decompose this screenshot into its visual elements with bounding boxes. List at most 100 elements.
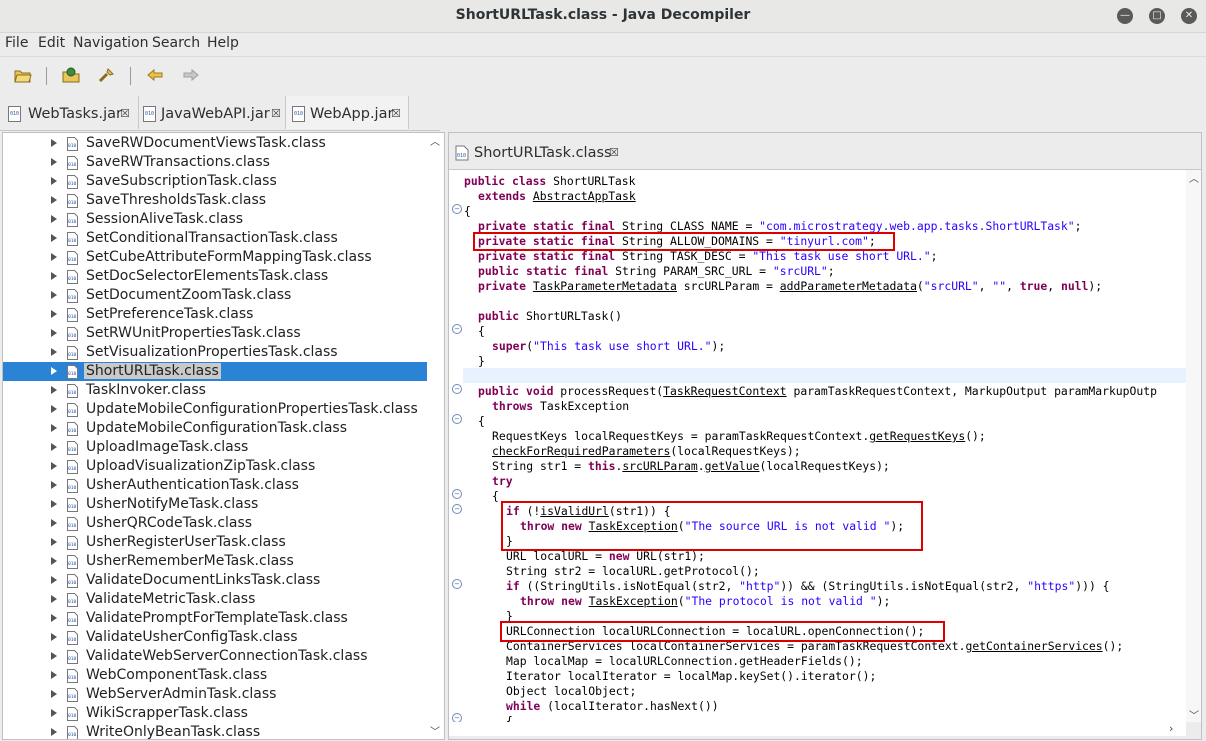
menu-edit[interactable]: Edit bbox=[38, 35, 65, 51]
expand-arrow-icon[interactable] bbox=[51, 728, 57, 736]
tree-item[interactable]: 010 UsherRememberMeTask.class bbox=[3, 552, 427, 571]
menu-help[interactable]: Help bbox=[207, 35, 239, 51]
fold-collapse-icon[interactable]: − bbox=[452, 204, 462, 214]
tree-item[interactable]: 010 ValidateDocumentLinksTask.class bbox=[3, 571, 427, 590]
expand-arrow-icon[interactable] bbox=[51, 329, 57, 337]
expand-arrow-icon[interactable] bbox=[51, 310, 57, 318]
code-horizontal-scrollbar[interactable]: › bbox=[449, 722, 1186, 736]
close-tab-icon[interactable]: ☒ bbox=[609, 146, 619, 159]
scroll-right-icon[interactable]: › bbox=[1169, 722, 1173, 735]
tree-item[interactable]: 010 WebComponentTask.class bbox=[3, 666, 427, 685]
tree-item[interactable]: 010 SessionAliveTask.class bbox=[3, 210, 427, 229]
tree-item[interactable]: 010 SetPreferenceTask.class bbox=[3, 305, 427, 324]
menu-navigation[interactable]: Navigation bbox=[73, 35, 149, 51]
scroll-down-icon[interactable]: ﹀ bbox=[1189, 707, 1199, 722]
tree-item[interactable]: 010 UploadImageTask.class bbox=[3, 438, 427, 457]
expand-arrow-icon[interactable] bbox=[51, 139, 57, 147]
tree-item[interactable]: 010 UsherAuthenticationTask.class bbox=[3, 476, 427, 495]
tab-webapp-jar[interactable]: 010 WebApp.jar ☒ bbox=[285, 96, 409, 129]
close-tab-icon[interactable]: ☒ bbox=[271, 107, 281, 120]
tree-item[interactable]: 010 ValidateUsherConfigTask.class bbox=[3, 628, 427, 647]
tree-item[interactable]: 010 ValidateWebServerConnectionTask.class bbox=[3, 647, 427, 666]
expand-arrow-icon[interactable] bbox=[51, 177, 57, 185]
menu-file[interactable]: File bbox=[5, 35, 28, 51]
close-icon[interactable]: ✕ bbox=[1181, 8, 1197, 24]
tree-item[interactable]: 010 WriteOnlyBeanTask.class bbox=[3, 723, 427, 739]
expand-arrow-icon[interactable] bbox=[51, 709, 57, 717]
expand-arrow-icon[interactable] bbox=[51, 272, 57, 280]
scroll-up-icon[interactable]: ︿ bbox=[430, 133, 440, 148]
expand-arrow-icon[interactable] bbox=[51, 405, 57, 413]
expand-arrow-icon[interactable] bbox=[51, 253, 57, 261]
expand-arrow-icon[interactable] bbox=[51, 158, 57, 166]
expand-arrow-icon[interactable] bbox=[51, 500, 57, 508]
open-type-icon[interactable] bbox=[62, 67, 80, 83]
expand-arrow-icon[interactable] bbox=[51, 348, 57, 356]
maximize-icon[interactable]: □ bbox=[1149, 8, 1165, 24]
fold-collapse-icon[interactable]: − bbox=[452, 713, 462, 722]
expand-arrow-icon[interactable] bbox=[51, 576, 57, 584]
expand-arrow-icon[interactable] bbox=[51, 443, 57, 451]
tree-item[interactable]: 010 SetDocSelectorElementsTask.class bbox=[3, 267, 427, 286]
back-arrow-icon[interactable] bbox=[146, 67, 164, 83]
expand-arrow-icon[interactable] bbox=[51, 462, 57, 470]
tree-item[interactable]: 010 WikiScrapperTask.class bbox=[3, 704, 427, 723]
expand-arrow-icon[interactable] bbox=[51, 234, 57, 242]
tree-item[interactable]: 010 SaveThresholdsTask.class bbox=[3, 191, 427, 210]
expand-arrow-icon[interactable] bbox=[51, 386, 57, 394]
fold-collapse-icon[interactable]: − bbox=[452, 489, 462, 499]
code-view[interactable]: − − − − − − − − public class ShortURLTas… bbox=[449, 169, 1201, 722]
tree-item[interactable]: 010 SaveSubscriptionTask.class bbox=[3, 172, 427, 191]
expand-arrow-icon[interactable] bbox=[51, 595, 57, 603]
tree-item[interactable]: 010 SetDocumentZoomTask.class bbox=[3, 286, 427, 305]
tree-item[interactable]: 010 UpdateMobileConfigurationTask.class bbox=[3, 419, 427, 438]
tree-item[interactable]: 010 SaveRWTransactions.class bbox=[3, 153, 427, 172]
fold-collapse-icon[interactable]: − bbox=[452, 324, 462, 334]
tree-item[interactable]: 010 ValidatePromptForTemplateTask.class bbox=[3, 609, 427, 628]
tree-item[interactable]: 010 TaskInvoker.class bbox=[3, 381, 427, 400]
tab-webtasks-jar[interactable]: 010 WebTasks.jar ☒ bbox=[2, 96, 136, 129]
tree-item[interactable]: 010 ValidateMetricTask.class bbox=[3, 590, 427, 609]
expand-arrow-icon[interactable] bbox=[51, 215, 57, 223]
expand-arrow-icon[interactable] bbox=[51, 690, 57, 698]
tree-scrollbar[interactable]: ︿ ﹀ bbox=[427, 133, 442, 739]
fold-collapse-icon[interactable]: − bbox=[452, 384, 462, 394]
scroll-up-icon[interactable]: ︿ bbox=[1189, 170, 1199, 185]
expand-arrow-icon[interactable] bbox=[51, 652, 57, 660]
expand-arrow-icon[interactable] bbox=[51, 481, 57, 489]
expand-arrow-icon[interactable] bbox=[51, 671, 57, 679]
tab-javawebapi-jar[interactable]: 010 JavaWebAPI.jar ☒ bbox=[138, 96, 285, 129]
scroll-down-icon[interactable]: ﹀ bbox=[430, 723, 440, 738]
tree-item[interactable]: 010 UsherNotifyMeTask.class bbox=[3, 495, 427, 514]
expand-arrow-icon[interactable] bbox=[51, 614, 57, 622]
fold-collapse-icon[interactable]: − bbox=[452, 414, 462, 424]
code-scrollbar[interactable]: ︿ ﹀ bbox=[1186, 170, 1201, 722]
expand-arrow-icon[interactable] bbox=[51, 291, 57, 299]
tree-item[interactable]: 010 UsherQRCodeTask.class bbox=[3, 514, 427, 533]
forward-arrow-icon[interactable] bbox=[182, 67, 200, 83]
tree-item[interactable]: 010 UpdateMobileConfigurationPropertiesTa… bbox=[3, 400, 427, 419]
close-tab-icon[interactable]: ☒ bbox=[120, 107, 130, 120]
minimize-icon[interactable]: — bbox=[1117, 8, 1133, 24]
close-tab-icon[interactable]: ☒ bbox=[391, 107, 401, 120]
tree-item[interactable]: 010 ShortURLTask.class bbox=[3, 362, 427, 381]
fold-collapse-icon[interactable]: − bbox=[452, 579, 462, 589]
expand-arrow-icon[interactable] bbox=[51, 424, 57, 432]
tree-item[interactable]: 010 UsherRegisterUserTask.class bbox=[3, 533, 427, 552]
expand-arrow-icon[interactable] bbox=[51, 196, 57, 204]
expand-arrow-icon[interactable] bbox=[51, 633, 57, 641]
expand-arrow-icon[interactable] bbox=[51, 519, 57, 527]
menu-search[interactable]: Search bbox=[152, 35, 200, 51]
expand-arrow-icon[interactable] bbox=[51, 367, 57, 375]
tree-item[interactable]: 010 UploadVisualizationZipTask.class bbox=[3, 457, 427, 476]
expand-arrow-icon[interactable] bbox=[51, 557, 57, 565]
tree-item[interactable]: 010 WebServerAdminTask.class bbox=[3, 685, 427, 704]
expand-arrow-icon[interactable] bbox=[51, 538, 57, 546]
tree-item[interactable]: 010 SetVisualizationPropertiesTask.class bbox=[3, 343, 427, 362]
fold-collapse-icon[interactable]: − bbox=[452, 504, 462, 514]
tree-item[interactable]: 010 SetRWUnitPropertiesTask.class bbox=[3, 324, 427, 343]
tree-item[interactable]: 010 SetConditionalTransactionTask.class bbox=[3, 229, 427, 248]
search-tool-icon[interactable] bbox=[98, 67, 116, 83]
tree-item[interactable]: 010 SetCubeAttributeFormMappingTask.class bbox=[3, 248, 427, 267]
open-file-icon[interactable] bbox=[14, 67, 32, 83]
